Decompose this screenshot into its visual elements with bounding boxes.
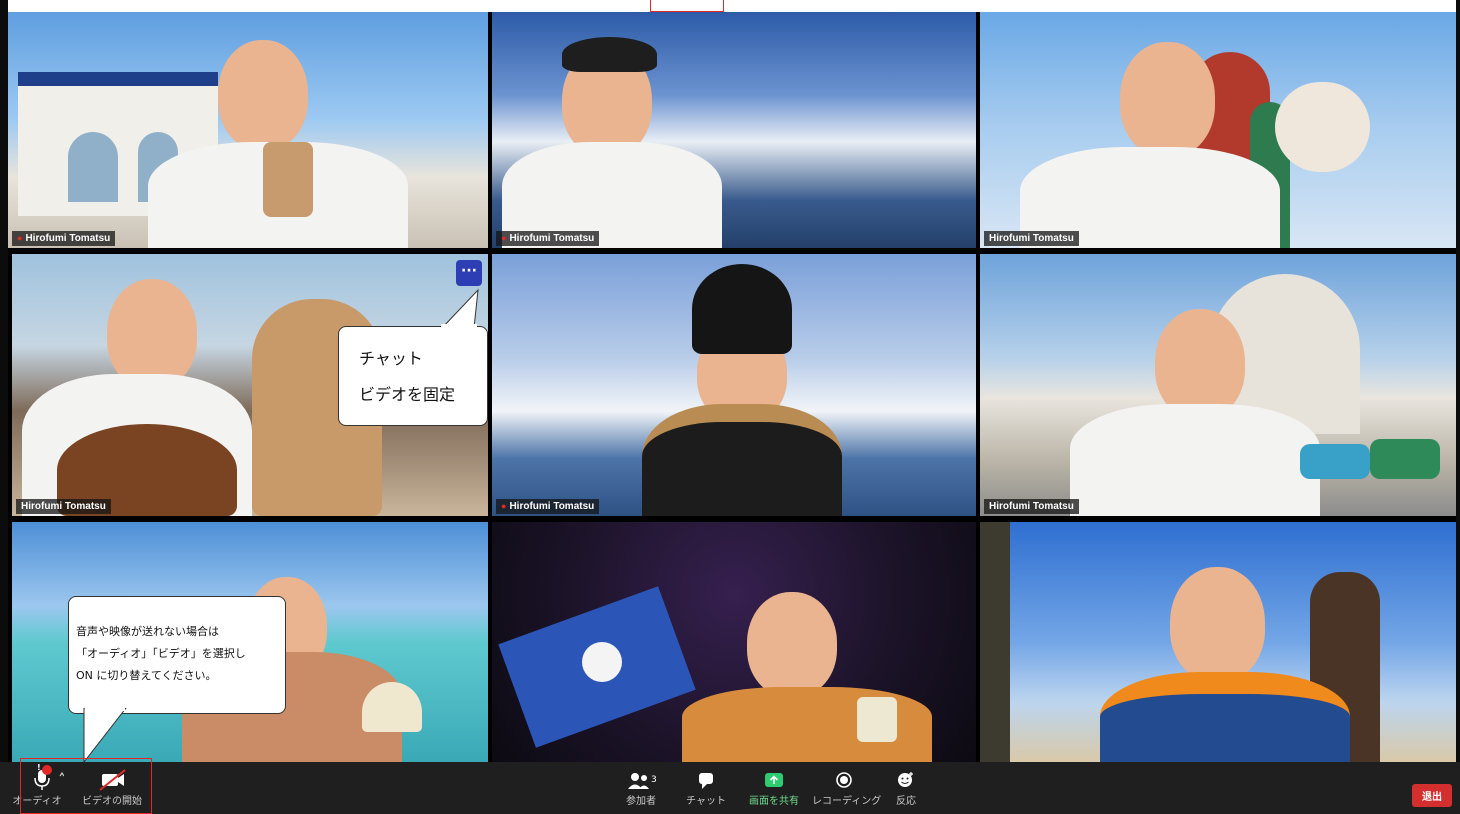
participant-name-label: Hirofumi Tomatsu: [984, 499, 1079, 514]
video-tile-1[interactable]: ● Hirofumi Tomatsu: [8, 12, 488, 248]
video-tile-5[interactable]: ● Hirofumi Tomatsu: [492, 254, 976, 516]
video-scene: [492, 12, 976, 248]
help-line-2: 「オーディオ」「ビデオ」を選択し: [76, 647, 246, 660]
video-tile-9[interactable]: [980, 522, 1460, 762]
participants-icon: 3: [618, 762, 664, 792]
reaction-emoji-icon: [886, 762, 926, 792]
participant-name-label: ● Hirofumi Tomatsu: [12, 231, 116, 246]
help-callout-tail: [83, 708, 127, 764]
chat-label: チャット: [686, 796, 726, 807]
video-tile-8[interactable]: [492, 522, 976, 762]
participants-label: 参加者: [626, 796, 656, 807]
meeting-toolbar: ! オーディオ ビデオの開始 3 参加者 チャット 画面を共有 レコーディング …: [0, 762, 1460, 814]
chat-button[interactable]: チャット: [684, 762, 728, 814]
record-icon: [812, 762, 876, 792]
mic-muted-icon: ●: [501, 501, 507, 511]
participant-name-label: Hirofumi Tomatsu: [16, 499, 111, 514]
share-screen-label: 画面を共有: [749, 796, 799, 807]
menu-callout-tail: [440, 288, 479, 330]
chat-bubble-icon: [684, 762, 728, 792]
participant-name-label: ● Hirofumi Tomatsu: [496, 499, 600, 514]
highlight-box-top: [650, 0, 724, 12]
share-screen-icon: [746, 762, 802, 792]
participant-name-label: Hirofumi Tomatsu: [984, 231, 1079, 246]
help-line-1: 音声や映像が送れない場合は: [76, 625, 219, 638]
menu-item-chat[interactable]: チャット: [359, 345, 423, 369]
participant-name-label: ● Hirofumi Tomatsu: [496, 231, 600, 246]
share-screen-button[interactable]: 画面を共有: [746, 762, 802, 814]
reactions-button[interactable]: 反応: [886, 762, 926, 814]
help-tooltip: 音声や映像が送れない場合は 「オーディオ」「ビデオ」を選択し ON に切り替えて…: [68, 596, 286, 714]
video-scene: [980, 522, 1460, 762]
mic-muted-icon: ●: [17, 233, 23, 243]
video-scene: [492, 522, 976, 762]
highlight-box-audio-video: [20, 758, 152, 814]
video-scene: [980, 254, 1460, 516]
video-scene: [492, 254, 976, 516]
video-tile-3[interactable]: Hirofumi Tomatsu: [980, 12, 1460, 248]
video-tile-2[interactable]: ● Hirofumi Tomatsu: [492, 12, 976, 248]
mic-muted-icon: ●: [501, 233, 507, 243]
leave-meeting-button[interactable]: 退出: [1412, 784, 1452, 807]
recording-label: レコーディング: [812, 796, 882, 807]
right-border: [1456, 0, 1460, 762]
reactions-label: 反応: [896, 796, 916, 807]
video-tile-6[interactable]: Hirofumi Tomatsu: [980, 254, 1460, 516]
video-scene: [8, 12, 488, 248]
left-border: [0, 0, 8, 762]
menu-item-pin-video[interactable]: ビデオを固定: [359, 381, 455, 405]
video-scene: [980, 12, 1460, 248]
recording-button[interactable]: レコーディング: [812, 762, 882, 814]
more-options-button[interactable]: ···: [456, 260, 482, 286]
participants-button[interactable]: 3 参加者: [618, 762, 664, 814]
help-line-3: ON に切り替えてください。: [76, 669, 217, 682]
video-options-menu: チャット ビデオを固定: [338, 326, 488, 426]
participants-count: 3: [651, 775, 657, 785]
